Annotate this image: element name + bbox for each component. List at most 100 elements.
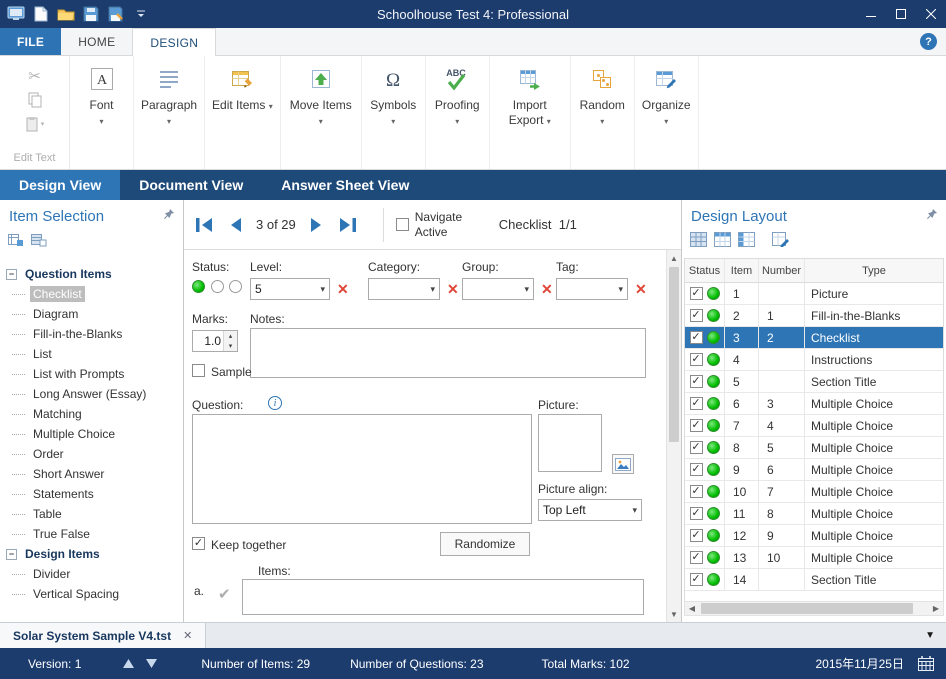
item-correct-check-icon[interactable]: ✔	[218, 587, 231, 602]
calendar-icon[interactable]	[918, 656, 934, 671]
ribbon-button-random[interactable]: Random▾	[571, 56, 635, 169]
group-view-icon[interactable]	[8, 232, 24, 252]
design-row-11[interactable]: ✓118Multiple Choice	[685, 503, 943, 525]
minimize-button[interactable]	[856, 0, 886, 28]
notes-input[interactable]	[250, 328, 646, 378]
level-clear-icon[interactable]: ✕	[337, 282, 349, 296]
question-input[interactable]	[192, 414, 532, 524]
tree-item-question-items[interactable]: −Question Items	[0, 264, 183, 284]
row-checkbox[interactable]: ✓	[690, 441, 703, 454]
scroll-left-icon[interactable]: ◀	[685, 602, 699, 615]
vertical-scrollbar[interactable]: ▲ ▼	[666, 250, 681, 622]
open-folder-icon[interactable]	[55, 3, 77, 25]
scroll-down-icon[interactable]: ▼	[667, 607, 681, 621]
status-radio-active[interactable]	[192, 280, 205, 293]
document-tab[interactable]: Solar System Sample V4.tst ✕	[0, 623, 206, 648]
app-icon[interactable]	[5, 3, 27, 25]
column-type[interactable]: Type	[805, 259, 943, 282]
row-checkbox[interactable]: ✓	[690, 529, 703, 542]
design-row-7[interactable]: ✓74Multiple Choice	[685, 415, 943, 437]
tree-item-short-answer[interactable]: Short Answer	[0, 464, 183, 484]
design-row-14[interactable]: ✓14Section Title	[685, 569, 943, 591]
design-row-3[interactable]: ✓32Checklist	[685, 327, 943, 349]
sample-checkbox[interactable]	[192, 364, 205, 377]
tree-item-diagram[interactable]: Diagram	[0, 304, 183, 324]
version-down-icon[interactable]	[146, 659, 157, 668]
marks-stepper[interactable]: 1.0 ▴▾	[192, 330, 238, 352]
items-input[interactable]	[242, 579, 644, 615]
layout-grid-filled-icon[interactable]	[690, 232, 707, 252]
column-status[interactable]: Status	[685, 259, 725, 282]
design-row-9[interactable]: ✓96Multiple Choice	[685, 459, 943, 481]
collapse-icon[interactable]: −	[6, 269, 17, 280]
design-row-5[interactable]: ✓5Section Title	[685, 371, 943, 393]
group-select[interactable]: ▾	[462, 278, 534, 300]
row-checkbox[interactable]: ✓	[690, 485, 703, 498]
tag-select[interactable]: ▾	[556, 278, 628, 300]
row-checkbox[interactable]: ✓	[690, 353, 703, 366]
spin-down-icon[interactable]: ▾	[224, 341, 237, 351]
row-checkbox[interactable]: ✓	[690, 331, 703, 344]
last-item-icon[interactable]	[337, 217, 358, 233]
pin-icon[interactable]	[163, 207, 175, 225]
picture-box[interactable]	[538, 414, 602, 472]
design-row-2[interactable]: ✓21Fill-in-the-Blanks	[685, 305, 943, 327]
view-tab-design[interactable]: Design View	[0, 170, 120, 200]
ribbon-button-font[interactable]: AFont▾	[70, 56, 134, 169]
ribbon-button-organize[interactable]: Organize▾	[635, 56, 699, 169]
row-checkbox[interactable]: ✓	[690, 309, 703, 322]
tree-item-true-false[interactable]: True False	[0, 524, 183, 544]
row-checkbox[interactable]: ✓	[690, 419, 703, 432]
copy-icon[interactable]	[27, 88, 43, 112]
maximize-button[interactable]	[886, 0, 916, 28]
row-checkbox[interactable]: ✓	[690, 573, 703, 586]
tree-item-checklist[interactable]: Checklist	[0, 284, 183, 304]
picture-align-select[interactable]: Top Left▾	[538, 499, 642, 521]
next-item-icon[interactable]	[309, 217, 324, 233]
qat-customize-icon[interactable]	[130, 3, 152, 25]
keep-together-checkbox[interactable]: ✓	[192, 537, 205, 550]
tree-item-table[interactable]: Table	[0, 504, 183, 524]
view-tab-document[interactable]: Document View	[120, 170, 262, 200]
version-up-icon[interactable]	[123, 659, 134, 668]
tree-item-vertical-spacing[interactable]: Vertical Spacing	[0, 584, 183, 604]
scrollbar-thumb[interactable]	[669, 267, 679, 442]
save-icon[interactable]	[80, 3, 102, 25]
cut-icon[interactable]: ✂	[28, 64, 41, 88]
column-item[interactable]: Item	[725, 259, 759, 282]
tree-item-order[interactable]: Order	[0, 444, 183, 464]
scrollbar-thumb[interactable]	[701, 603, 913, 614]
save-as-icon[interactable]	[105, 3, 127, 25]
randomize-button[interactable]: Randomize	[440, 532, 530, 556]
tree-item-multiple-choice[interactable]: Multiple Choice	[0, 424, 183, 444]
new-document-icon[interactable]	[30, 3, 52, 25]
tree-item-design-items[interactable]: −Design Items	[0, 544, 183, 564]
row-checkbox[interactable]: ✓	[690, 551, 703, 564]
status-radio-extra[interactable]	[229, 280, 242, 293]
tab-design[interactable]: DESIGN	[132, 28, 216, 56]
list-view-icon[interactable]	[31, 232, 47, 252]
tree-item-fill-in-the-blanks[interactable]: Fill-in-the-Blanks	[0, 324, 183, 344]
scroll-right-icon[interactable]: ▶	[929, 602, 943, 615]
column-number[interactable]: Number	[759, 259, 805, 282]
design-row-8[interactable]: ✓85Multiple Choice	[685, 437, 943, 459]
row-checkbox[interactable]: ✓	[690, 287, 703, 300]
pin-icon[interactable]	[926, 207, 938, 225]
design-row-12[interactable]: ✓129Multiple Choice	[685, 525, 943, 547]
info-icon[interactable]: i	[268, 396, 282, 410]
ribbon-button-symbols[interactable]: ΩSymbols▾	[362, 56, 426, 169]
row-checkbox[interactable]: ✓	[690, 463, 703, 476]
design-row-10[interactable]: ✓107Multiple Choice	[685, 481, 943, 503]
close-tab-icon[interactable]: ✕	[183, 629, 192, 642]
paste-icon[interactable]: ▾	[25, 112, 45, 136]
horizontal-scrollbar[interactable]: ◀ ▶	[684, 601, 944, 616]
design-row-13[interactable]: ✓1310Multiple Choice	[685, 547, 943, 569]
ribbon-button-edit-items[interactable]: Edit Items ▾	[205, 56, 281, 169]
collapse-icon[interactable]: −	[6, 549, 17, 560]
scroll-up-icon[interactable]: ▲	[667, 251, 681, 265]
ribbon-button-move-items[interactable]: Move Items ▾	[281, 56, 362, 169]
group-clear-icon[interactable]: ✕	[541, 282, 553, 296]
first-item-icon[interactable]	[194, 217, 215, 233]
status-radio-inactive[interactable]	[211, 280, 224, 293]
picture-browse-button[interactable]	[612, 454, 634, 474]
